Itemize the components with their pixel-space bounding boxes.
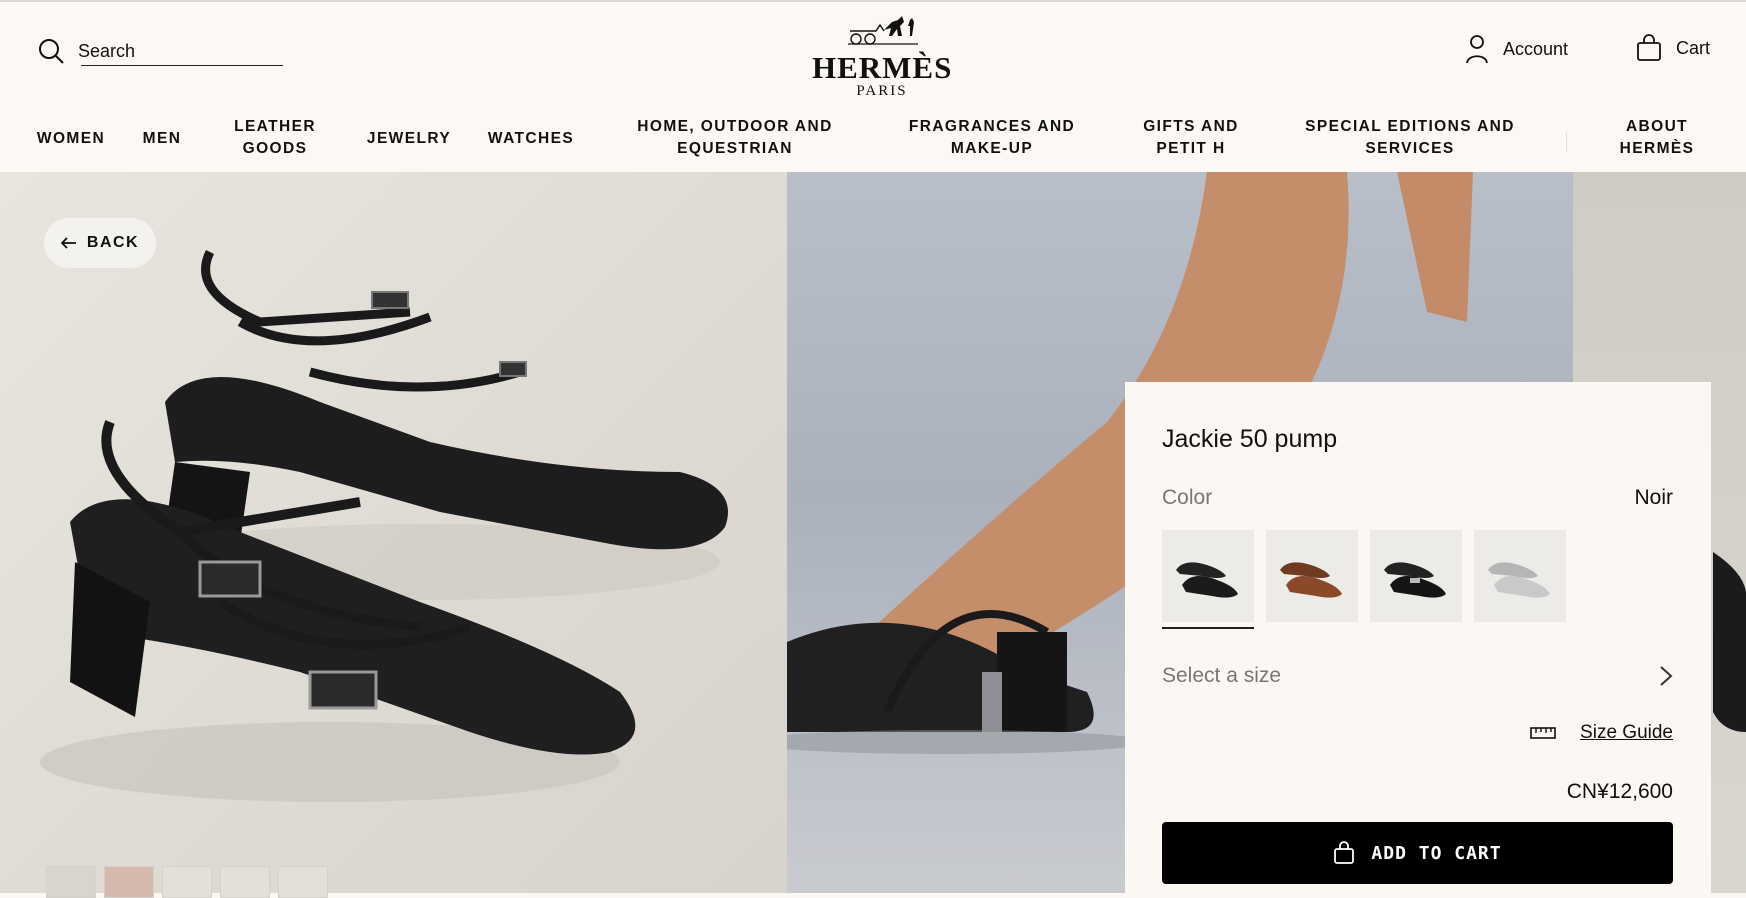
nav-item-gifts-petit-h[interactable]: GIFTS AND PETIT H xyxy=(1143,116,1239,160)
product-title: Jackie 50 pump xyxy=(1162,425,1338,453)
swatch-noir-image xyxy=(1162,530,1254,622)
color-value: Noir xyxy=(1634,486,1673,509)
add-to-cart-label: ADD TO CART xyxy=(1371,842,1502,864)
shoe-pair-illustration xyxy=(40,249,728,802)
cart-link[interactable]: Cart xyxy=(1636,34,1710,62)
nav-item-women[interactable]: WOMEN xyxy=(37,128,105,150)
color-label: Color xyxy=(1162,486,1213,509)
gallery-thumbnail[interactable] xyxy=(162,866,212,898)
nav-divider xyxy=(1566,132,1567,152)
nav-item-home-outdoor-equestrian[interactable]: HOME, OUTDOOR AND EQUESTRIAN xyxy=(637,116,832,160)
swatch-silver[interactable] xyxy=(1474,530,1566,622)
account-label[interactable]: Account xyxy=(1503,39,1568,60)
logo-wordmark: HERMÈS xyxy=(812,50,953,85)
product-price: CN¥12,600 xyxy=(1566,780,1673,803)
search-underline xyxy=(81,65,283,66)
swatch-selected-indicator xyxy=(1162,627,1254,629)
back-label: BACK xyxy=(86,234,140,251)
swatch-brown-image xyxy=(1266,530,1358,622)
arrow-left-icon xyxy=(60,237,76,249)
color-row: Color Noir xyxy=(1162,486,1673,510)
gallery-thumbnails xyxy=(46,866,328,898)
account-link[interactable]: Account xyxy=(1465,34,1568,64)
gallery-thumbnail[interactable] xyxy=(220,866,270,898)
shopping-bag-icon xyxy=(1637,34,1661,61)
gallery-thumbnail[interactable] xyxy=(104,866,154,898)
swatch-silver-image xyxy=(1474,530,1566,622)
user-icon xyxy=(1466,35,1488,64)
nav-item-about-hermes[interactable]: ABOUT HERMÈS xyxy=(1620,116,1695,160)
main-nav: WOMEN MEN LEATHER GOODS JEWELRY WATCHES … xyxy=(0,116,1746,160)
search-icon[interactable] xyxy=(38,38,64,64)
gallery-thumbnail[interactable] xyxy=(278,866,328,898)
size-guide[interactable]: Size Guide xyxy=(1530,722,1673,744)
back-button[interactable]: BACK xyxy=(44,218,156,268)
nav-item-men[interactable]: MEN xyxy=(143,128,182,150)
horse-carriage-icon xyxy=(848,16,918,45)
chevron-right-icon xyxy=(1660,666,1673,686)
size-selector[interactable]: Select a size xyxy=(1162,664,1673,688)
brand-logo[interactable]: HERMÈS PARIS xyxy=(812,12,952,99)
nav-item-watches[interactable]: WATCHES xyxy=(488,128,574,150)
product-panel: Jackie 50 pump Color Noir Select a size … xyxy=(1125,382,1711,893)
swatch-brown[interactable] xyxy=(1266,530,1358,622)
color-swatches xyxy=(1162,530,1566,629)
gallery-thumbnail[interactable] xyxy=(46,866,96,898)
logo-subtitle: PARIS xyxy=(856,83,908,99)
search-input[interactable]: Search xyxy=(78,41,135,62)
shopping-bag-icon xyxy=(1334,841,1355,864)
nav-item-special-editions-services[interactable]: SPECIAL EDITIONS AND SERVICES xyxy=(1305,116,1515,160)
site-header: Search HERMÈS PARIS Account Cart WOMEN M… xyxy=(0,0,1746,172)
cart-label[interactable]: Cart xyxy=(1676,38,1710,59)
nav-item-jewelry[interactable]: JEWELRY xyxy=(367,128,451,150)
swatch-black-silver-image xyxy=(1370,530,1462,622)
nav-item-fragrances-makeup[interactable]: FRAGRANCES AND MAKE-UP xyxy=(909,116,1075,160)
nav-item-leather-goods[interactable]: LEATHER GOODS xyxy=(234,116,316,160)
ruler-icon xyxy=(1530,727,1556,739)
size-guide-link[interactable]: Size Guide xyxy=(1580,722,1673,744)
swatch-black-silver[interactable] xyxy=(1370,530,1462,622)
add-to-cart-button[interactable]: ADD TO CART xyxy=(1162,822,1673,884)
search[interactable]: Search xyxy=(38,38,283,66)
size-placeholder[interactable]: Select a size xyxy=(1162,664,1281,688)
swatch-noir[interactable] xyxy=(1162,530,1254,622)
product-image-main[interactable] xyxy=(0,172,787,893)
